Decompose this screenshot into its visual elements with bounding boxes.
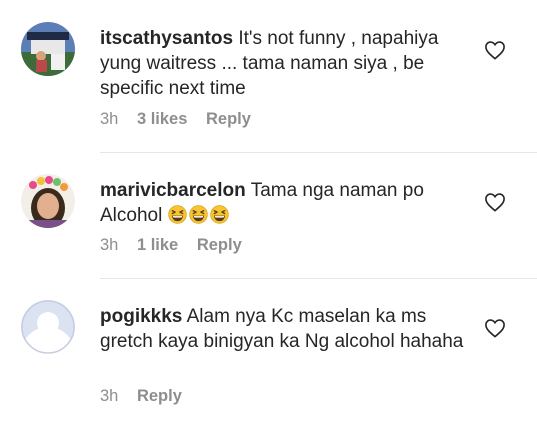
heart-icon[interactable] xyxy=(484,192,506,212)
comment-time: 3h xyxy=(100,236,119,254)
divider xyxy=(100,278,537,279)
comment-body: pogikkks Alam nya Kc maselan ka ms gretc… xyxy=(100,304,470,354)
comment-body: itscathysantos It's not funny , napahiya… xyxy=(100,26,470,101)
grinning-squinting-face-icon xyxy=(209,205,229,224)
comment-meta: 3h Reply xyxy=(100,387,196,406)
grinning-squinting-face-icon xyxy=(167,205,187,224)
comment-time: 3h xyxy=(100,110,119,128)
reply-button[interactable]: Reply xyxy=(206,110,251,128)
grinning-squinting-face-icon xyxy=(188,205,208,224)
comment-meta: 3h 3 likes Reply xyxy=(100,110,265,129)
comment-time: 3h xyxy=(100,387,119,405)
emoji-group xyxy=(167,205,231,226)
avatar[interactable] xyxy=(21,300,75,354)
reply-button[interactable]: Reply xyxy=(137,387,182,405)
avatar[interactable] xyxy=(21,22,75,76)
user-photo-icon xyxy=(21,22,75,76)
like-count[interactable]: 1 like xyxy=(137,236,178,254)
comment-username[interactable]: marivicbarcelon xyxy=(100,180,246,201)
heart-icon[interactable] xyxy=(484,40,506,60)
comment-meta: 3h 1 like Reply xyxy=(100,236,256,255)
heart-icon[interactable] xyxy=(484,318,506,338)
comment-body: marivicbarcelon Tama nga naman po Alcoho… xyxy=(100,178,470,228)
default-user-icon xyxy=(21,300,75,354)
comment-username[interactable]: pogikkks xyxy=(100,306,182,327)
avatar[interactable] xyxy=(21,174,75,228)
like-count[interactable]: 3 likes xyxy=(137,110,187,128)
user-photo-icon xyxy=(21,174,75,228)
reply-button[interactable]: Reply xyxy=(197,236,242,254)
divider xyxy=(100,152,537,153)
comment-username[interactable]: itscathysantos xyxy=(100,28,233,49)
